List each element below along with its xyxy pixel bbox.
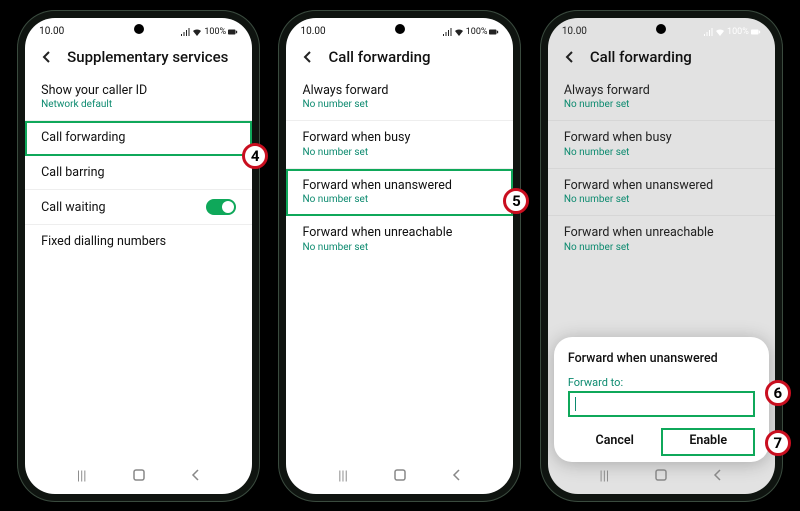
settings-list: Always forward No number set Forward whe… — [548, 74, 775, 264]
row-label: Forward when unreachable — [302, 225, 452, 241]
row-fixed-dialling[interactable]: Fixed dialling numbers — [25, 225, 252, 259]
nav-bar: ||| — [286, 468, 513, 486]
dialog-label: Forward to: — [568, 376, 755, 389]
phone-screen-1: 10.00 100% Supplementary services Show y… — [25, 18, 252, 494]
camera-hole — [395, 24, 405, 34]
back-icon[interactable] — [300, 49, 316, 65]
home-button[interactable] — [125, 468, 153, 486]
row-label: Always forward — [302, 83, 388, 99]
row-label: Always forward — [564, 83, 650, 99]
phone-screen-2: 10.00 100% Call forwarding Always forwar… — [286, 18, 513, 494]
step-badge-4: 4 — [242, 143, 268, 169]
row-forward-unreachable[interactable]: Forward when unreachable No number set — [286, 216, 513, 263]
back-button[interactable] — [704, 468, 732, 486]
row-sub: No number set — [302, 194, 451, 206]
settings-list: Show your caller ID Network default Call… — [25, 74, 252, 260]
status-right: 100% — [442, 27, 500, 37]
row-label: Forward when unanswered — [302, 178, 451, 194]
home-button[interactable] — [386, 468, 414, 486]
phone-frame-2: 10.00 100% Call forwarding Always forwar… — [278, 10, 521, 502]
battery-text: 100% — [204, 27, 226, 37]
settings-list: Always forward No number set Forward whe… — [286, 74, 513, 264]
row-forward-unreachable: Forward when unreachable No number set — [548, 216, 775, 263]
row-sub: No number set — [302, 242, 452, 254]
row-label: Call forwarding — [41, 130, 125, 146]
row-label: Forward when unreachable — [564, 225, 714, 241]
cancel-button[interactable]: Cancel — [588, 427, 642, 454]
dialog-title: Forward when unanswered — [568, 351, 755, 366]
signal-icon — [180, 27, 190, 37]
status-right: 100% — [180, 27, 238, 37]
back-button[interactable] — [182, 468, 210, 486]
row-forward-unanswered[interactable]: Forward when unanswered No number set — [286, 169, 513, 217]
forward-to-input[interactable] — [568, 391, 755, 417]
battery-text: 100% — [466, 27, 488, 37]
step-badge-7: 7 — [765, 430, 791, 456]
row-forward-busy[interactable]: Forward when busy No number set — [286, 121, 513, 169]
camera-hole — [134, 24, 144, 34]
dialog-buttons: Cancel Enable — [568, 427, 755, 454]
nav-bar: ||| — [548, 468, 775, 486]
row-sub: No number set — [564, 147, 672, 159]
status-time: 10.00 — [300, 26, 325, 37]
row-label: Call waiting — [41, 200, 105, 216]
toggle-call-waiting[interactable] — [206, 199, 236, 215]
battery-icon — [228, 27, 238, 37]
row-caller-id[interactable]: Show your caller ID Network default — [25, 74, 252, 122]
wifi-icon — [192, 27, 202, 37]
back-button[interactable] — [443, 468, 471, 486]
row-sub: No number set — [564, 99, 650, 111]
back-icon[interactable] — [39, 49, 55, 65]
page-title: Supplementary services — [67, 48, 228, 66]
header: Call forwarding — [286, 42, 513, 74]
wifi-icon — [715, 27, 725, 37]
battery-icon — [489, 27, 499, 37]
status-time: 10.00 — [39, 26, 64, 37]
row-label: Forward when unanswered — [564, 178, 713, 194]
header: Call forwarding — [548, 42, 775, 74]
back-icon[interactable] — [562, 49, 578, 65]
status-right: 100% — [703, 27, 761, 37]
row-label: Forward when busy — [302, 130, 410, 146]
recents-button[interactable]: ||| — [68, 469, 96, 484]
phone-frame-3: 10.00 100% Call forwarding Always forwar… — [540, 10, 783, 502]
signal-icon — [442, 27, 452, 37]
recents-button[interactable]: ||| — [590, 469, 618, 484]
battery-text: 100% — [727, 27, 749, 37]
row-sub: No number set — [564, 242, 714, 254]
row-sub: No number set — [564, 194, 713, 206]
step-badge-5: 5 — [503, 188, 529, 214]
row-label: Forward when busy — [564, 130, 672, 146]
row-call-forwarding[interactable]: Call forwarding — [25, 121, 252, 156]
page-title: Call forwarding — [328, 48, 430, 66]
enable-button[interactable]: Enable — [681, 427, 735, 454]
nav-bar: ||| — [25, 468, 252, 486]
row-forward-busy: Forward when busy No number set — [548, 121, 775, 169]
forward-dialog: Forward when unanswered Forward to: Canc… — [554, 337, 769, 462]
row-label: Fixed dialling numbers — [41, 234, 166, 250]
camera-hole — [656, 24, 666, 34]
header: Supplementary services — [25, 42, 252, 74]
row-forward-unanswered: Forward when unanswered No number set — [548, 169, 775, 217]
signal-icon — [703, 27, 713, 37]
row-call-barring[interactable]: Call barring — [25, 156, 252, 191]
step-badge-6: 6 — [765, 380, 791, 406]
home-button[interactable] — [647, 468, 675, 486]
wifi-icon — [454, 27, 464, 37]
row-always-forward[interactable]: Always forward No number set — [286, 74, 513, 122]
phone-frame-1: 10.00 100% Supplementary services Show y… — [17, 10, 260, 502]
recents-button[interactable]: ||| — [329, 469, 357, 484]
row-sub: Network default — [41, 99, 147, 111]
page-title: Call forwarding — [590, 48, 692, 66]
row-sub: No number set — [302, 99, 388, 111]
row-label: Show your caller ID — [41, 83, 147, 99]
battery-icon — [751, 27, 761, 37]
phone-screen-3: 10.00 100% Call forwarding Always forwar… — [548, 18, 775, 494]
row-label: Call barring — [41, 165, 104, 181]
row-call-waiting[interactable]: Call waiting — [25, 190, 252, 225]
row-always-forward: Always forward No number set — [548, 74, 775, 122]
row-sub: No number set — [302, 147, 410, 159]
status-time: 10.00 — [562, 26, 587, 37]
